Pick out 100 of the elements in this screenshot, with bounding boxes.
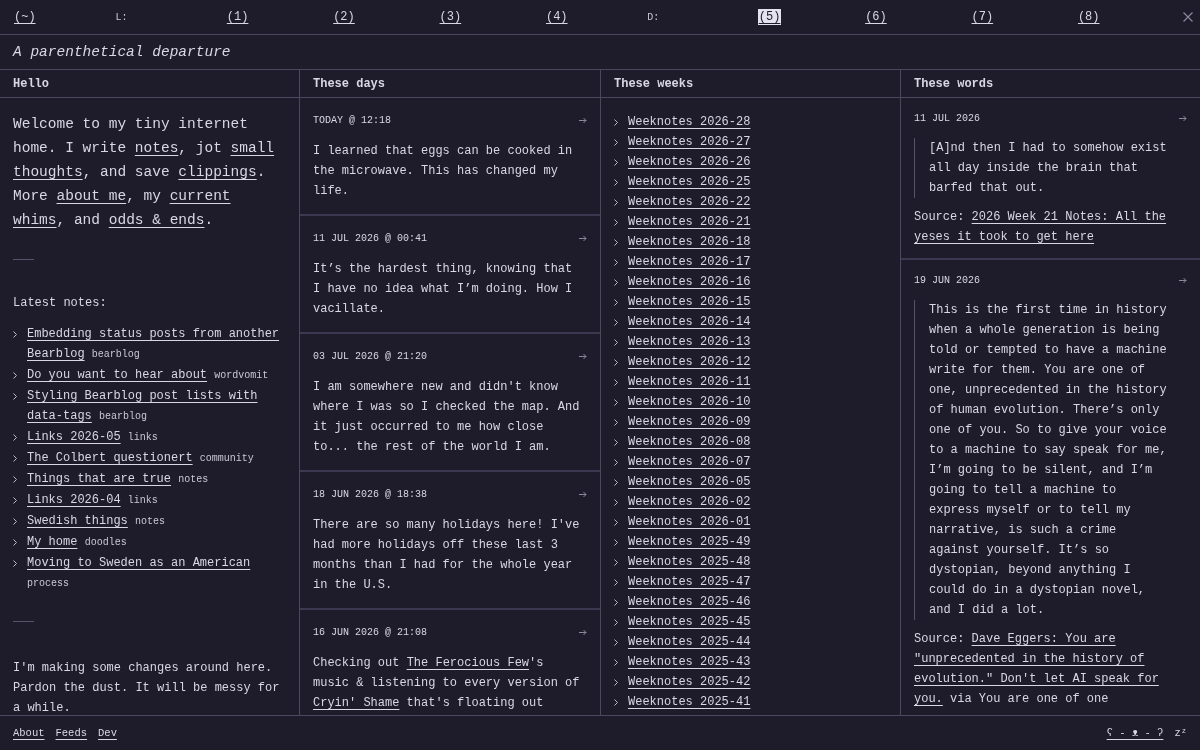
- nav-link[interactable]: (1): [225, 9, 250, 25]
- note-item[interactable]: Links 2026-04 links: [27, 490, 158, 511]
- weeknotes-link[interactable]: Weeknotes 2026-17: [628, 252, 751, 272]
- weeknotes-link[interactable]: Weeknotes 2026-08: [628, 432, 751, 452]
- chevron-icon: [614, 579, 618, 586]
- weeknotes-link[interactable]: Weeknotes 2026-27: [628, 132, 751, 152]
- chevron-icon: [614, 239, 618, 246]
- chevron-icon: [614, 479, 618, 486]
- weeknotes-link[interactable]: Weeknotes 2026-16: [628, 272, 751, 292]
- post-text: It’s the hardest thing, knowing that I have no idea what I’m doing. How I vacillate.: [313, 261, 574, 318]
- chevron-icon: [13, 331, 17, 338]
- arrow-icon[interactable]: [579, 352, 587, 360]
- post-date: 16 JUN 2026 @ 21:08: [313, 626, 428, 638]
- note-item[interactable]: Swedish things notes: [27, 511, 166, 532]
- nav-link[interactable]: (2): [332, 9, 356, 25]
- footer-link[interactable]: Dev: [98, 727, 117, 739]
- weeknotes-link[interactable]: Weeknotes 2025-44: [628, 632, 751, 652]
- arrow-icon[interactable]: [1179, 114, 1187, 122]
- weeknotes-link[interactable]: Weeknotes 2026-01: [628, 512, 751, 532]
- weeknotes-link[interactable]: Weeknotes 2026-21: [628, 212, 751, 232]
- arrow-icon[interactable]: [579, 116, 587, 124]
- source-text: Source: 2026 Week 21 Notes: All the yeses it took to get here: [914, 209, 1168, 246]
- weeknotes-link[interactable]: Weeknotes 2026-12: [628, 352, 751, 372]
- weeknotes-link[interactable]: Weeknotes 2026-13: [628, 332, 751, 352]
- chevron-icon: [13, 476, 17, 483]
- chevron-icon: [614, 179, 618, 186]
- chevron-icon: [614, 159, 618, 166]
- chevron-icon: [614, 539, 618, 546]
- note-item[interactable]: Things that are true notes: [27, 469, 209, 490]
- weeknotes-link[interactable]: Weeknotes 2026-11: [628, 372, 751, 392]
- site-title: A parenthetical departure: [13, 44, 231, 60]
- column-heading: These words: [914, 76, 994, 91]
- weeknotes-link[interactable]: Weeknotes 2026-10: [628, 392, 751, 412]
- weeknotes-link[interactable]: Weeknotes 2025-49: [628, 532, 751, 552]
- text-link[interactable]: Cryin' Shame: [313, 696, 400, 710]
- intro-paragraph: Welcome to my tiny internet home. I write notes, jot small thoughts, and save clippings. More about me, my current whims, and odds & ends.: [13, 115, 276, 230]
- chevron-icon: [614, 439, 618, 446]
- chevron-icon: [614, 279, 618, 286]
- note-item[interactable]: My home doodles: [27, 532, 127, 553]
- weeknotes-link[interactable]: Weeknotes 2026-09: [628, 412, 751, 432]
- weeknotes-link[interactable]: Weeknotes 2026-07: [628, 452, 751, 472]
- footer-link[interactable]: About: [13, 727, 45, 739]
- chevron-icon: [13, 518, 17, 525]
- footer-link[interactable]: Feeds: [55, 727, 88, 739]
- chevron-icon: [614, 199, 618, 206]
- weeknotes-link[interactable]: Weeknotes 2025-41: [628, 692, 751, 712]
- weeknotes-link[interactable]: Weeknotes 2026-15: [628, 292, 751, 312]
- weeknotes-link[interactable]: Weeknotes 2025-47: [628, 572, 751, 592]
- text-link[interactable]: The Ferocious Few: [406, 656, 530, 670]
- weeknotes-link[interactable]: Weeknotes 2025-43: [628, 652, 751, 672]
- weeknotes-link[interactable]: Weeknotes 2026-22: [628, 192, 751, 212]
- nav-link[interactable]: (4): [544, 9, 569, 25]
- column-heading: These weeks: [614, 76, 694, 91]
- chevron-icon: [614, 639, 618, 646]
- nav-link[interactable]: (3): [438, 9, 463, 25]
- arrow-icon[interactable]: [579, 234, 587, 242]
- post-text: Checking out The Ferocious Few's music & listening to every version of Cryin' Shame that's floating out: [313, 655, 581, 712]
- post-text: There are so many holidays here! I've had more holidays off these last 3 months than I had for the whole year in the U.S.: [313, 517, 581, 594]
- clipping-date: 19 JUN 2026: [914, 274, 980, 286]
- arrow-icon[interactable]: [579, 628, 587, 636]
- note-item[interactable]: Moving to Sweden as an American process: [27, 553, 282, 594]
- section-label: Latest notes:: [13, 296, 108, 310]
- note-item[interactable]: Links 2026-05 links: [27, 427, 158, 448]
- sleep-toggle[interactable]: zᶻ: [1174, 727, 1187, 739]
- weeknotes-link[interactable]: Weeknotes 2026-28: [628, 112, 751, 132]
- post-text: I am somewhere new and didn't know where I was so I checked the map. And it just occurred to me how close to... the rest of the world I am.: [313, 379, 581, 456]
- post-date: 11 JUL 2026 @ 00:41: [313, 232, 428, 244]
- chevron-icon: [614, 359, 618, 366]
- note-item[interactable]: The Colbert questionert community: [27, 448, 254, 469]
- weeknotes-link[interactable]: Weeknotes 2025-48: [628, 552, 751, 572]
- nav-link[interactable]: (~): [13, 9, 37, 25]
- close-icon[interactable]: [1183, 12, 1194, 22]
- post-text: I learned that eggs can be cooked in the microwave. This has changed my life.: [313, 143, 574, 200]
- source-text: Source: Dave Eggers: You are "unprecedented in the history of evolution." Don't let AI speak for you. via You are one of one: [914, 631, 1160, 708]
- weeknotes-link[interactable]: Weeknotes 2026-25: [628, 172, 751, 192]
- chevron-icon: [13, 497, 17, 504]
- weeknotes-link[interactable]: Weeknotes 2025-45: [628, 612, 751, 632]
- weeknotes-link[interactable]: Weeknotes 2025-42: [628, 672, 751, 692]
- weeknotes-link[interactable]: Weeknotes 2026-02: [628, 492, 751, 512]
- chevron-icon: [614, 339, 618, 346]
- weeknotes-link[interactable]: Weeknotes 2025-46: [628, 592, 751, 612]
- chevron-icon: [614, 299, 618, 306]
- weeknotes-link[interactable]: Weeknotes 2026-14: [628, 312, 751, 332]
- column-heading: These days: [313, 76, 385, 91]
- chevron-icon: [13, 560, 17, 567]
- chevron-icon: [13, 372, 17, 379]
- nav-link[interactable]: (5): [757, 9, 782, 25]
- chevron-icon: [614, 559, 618, 566]
- weeknotes-link[interactable]: Weeknotes 2026-18: [628, 232, 751, 252]
- chevron-icon: [614, 419, 618, 426]
- nav-link[interactable]: (7): [970, 9, 995, 25]
- note-item[interactable]: Do you want to hear about wordvomit: [27, 365, 269, 386]
- nav-link[interactable]: (6): [864, 9, 888, 25]
- arrow-icon[interactable]: [1179, 276, 1187, 284]
- weeknotes-link[interactable]: Weeknotes 2026-26: [628, 152, 751, 172]
- arrow-icon[interactable]: [579, 490, 587, 498]
- chevron-icon: [13, 455, 17, 462]
- weeknotes-link[interactable]: Weeknotes 2026-05: [628, 472, 751, 492]
- mascot-link[interactable]: ʕ - ᴥ - ʔ: [1106, 727, 1164, 739]
- nav-link[interactable]: (8): [1076, 9, 1101, 25]
